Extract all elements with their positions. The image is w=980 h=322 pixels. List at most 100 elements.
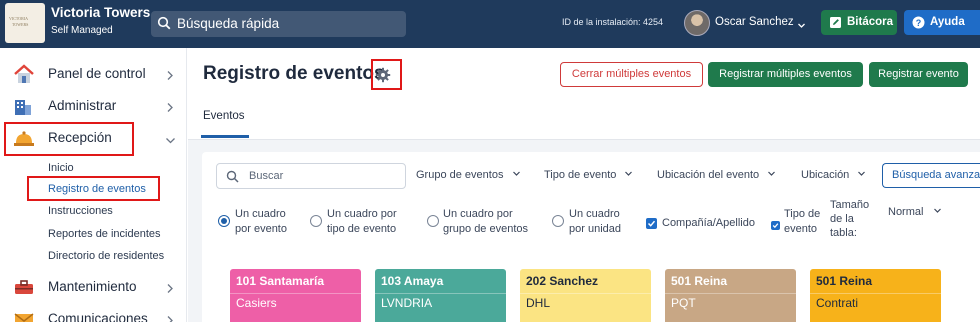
- event-card[interactable]: 202 Sanchez DHL: [520, 269, 651, 322]
- sidebar-item-recepcion[interactable]: Recepción: [0, 124, 187, 152]
- main-content: Registro de eventos Cerrar múltiples eve…: [188, 48, 980, 322]
- quick-search-input[interactable]: Búsqueda rápida: [151, 11, 406, 37]
- top-bar: VICTORIA TOWERS Victoria Towers Self Man…: [0, 0, 980, 48]
- view-one-per-group-radio[interactable]: [427, 215, 439, 227]
- dropdown-label: Grupo de eventos: [416, 169, 504, 181]
- building-icon: [13, 96, 33, 116]
- card-subtitle: DHL: [526, 296, 551, 310]
- event-card[interactable]: 103 Amaya LVNDRIA: [375, 269, 506, 322]
- company-surname-label: Compañía/Apellido: [662, 217, 755, 229]
- quick-search-placeholder: Búsqueda rápida: [177, 16, 280, 31]
- card-separator: [230, 293, 361, 294]
- tab-eventos[interactable]: Eventos: [203, 110, 245, 122]
- chevron-down-icon: [933, 208, 941, 213]
- checkmark-icon: [772, 223, 779, 229]
- bitacora-button[interactable]: Bitácora: [821, 10, 897, 35]
- installation-id: ID de la instalación: 4254: [562, 17, 664, 27]
- chevron-right-icon: [165, 313, 174, 322]
- event-card[interactable]: 101 Santamaría Casiers: [230, 269, 361, 322]
- page-title: Registro de eventos: [203, 63, 385, 84]
- checkmark-icon: [647, 220, 656, 227]
- table-size-label: Tamaño de la tabla:: [830, 198, 869, 240]
- event-location-dropdown[interactable]: Ubicación del evento: [657, 169, 776, 181]
- sidebar-item-label: Comunicaciones: [48, 311, 148, 322]
- chevron-right-icon: [165, 281, 174, 299]
- chevron-right-icon: [165, 68, 174, 86]
- user-name[interactable]: Oscar Sanchez: [715, 16, 794, 28]
- sidebar-subitem-inicio[interactable]: Inicio: [48, 162, 74, 174]
- sidebar-item-mantenimiento[interactable]: Mantenimiento: [0, 273, 187, 301]
- card-separator: [810, 293, 941, 294]
- event-group-dropdown[interactable]: Grupo de eventos: [416, 169, 521, 181]
- gear-icon[interactable]: [375, 67, 391, 88]
- card-title: 101 Santamaría: [236, 274, 325, 288]
- app-subtitle: Self Managed: [51, 25, 113, 36]
- option-line: Un cuadro por: [443, 208, 513, 220]
- sidebar-item-label: Recepción: [48, 130, 112, 145]
- option-line: Un cuadro: [569, 208, 620, 220]
- envelope-icon: [13, 309, 34, 322]
- card-subtitle: PQT: [671, 296, 696, 310]
- sidebar-item-label: Mantenimiento: [48, 279, 137, 294]
- view-one-per-group-label: Un cuadro por grupo de eventos: [443, 207, 528, 237]
- app-logo[interactable]: VICTORIA TOWERS: [5, 3, 45, 43]
- option-line: Un cuadro por: [327, 208, 397, 220]
- chevron-down-icon[interactable]: [797, 17, 806, 35]
- dropdown-label: Ubicación del evento: [657, 169, 760, 181]
- sidebar-item-administrar[interactable]: Administrar: [0, 92, 187, 120]
- sidebar-item-comunicaciones[interactable]: Comunicaciones: [0, 305, 187, 322]
- option-line: tabla:: [830, 227, 857, 239]
- search-placeholder: Buscar: [249, 170, 284, 182]
- location-dropdown[interactable]: Ubicación: [801, 169, 866, 181]
- view-one-per-unit-radio[interactable]: [552, 215, 564, 227]
- card-title: 501 Reina: [816, 274, 873, 288]
- event-type-dropdown[interactable]: Tipo de evento: [544, 169, 633, 181]
- card-subtitle: Casiers: [236, 296, 277, 310]
- sidebar-subitem-instrucciones[interactable]: Instrucciones: [48, 205, 113, 217]
- card-title: 202 Sanchez: [526, 274, 599, 288]
- event-type-check-label: Tipo de evento: [784, 207, 820, 237]
- home-icon: [13, 64, 34, 84]
- toolbox-icon: [13, 277, 33, 297]
- card-separator: [520, 293, 651, 294]
- card-title: 103 Amaya: [381, 274, 444, 288]
- reception-bell-icon: [13, 128, 34, 148]
- register-event-button[interactable]: Registrar evento: [869, 62, 968, 87]
- chevron-down-icon: [165, 132, 176, 150]
- card-separator: [665, 293, 796, 294]
- chevron-down-icon: [625, 171, 633, 176]
- view-one-per-event-radio[interactable]: [218, 215, 230, 227]
- company-surname-checkbox[interactable]: [646, 218, 657, 229]
- sidebar-subitem-directorio-de-residentes[interactable]: Directorio de residentes: [48, 250, 164, 262]
- option-line: evento: [784, 223, 818, 235]
- sidebar-subitem-reportes-de-incidentes[interactable]: Reportes de incidentes: [48, 228, 161, 240]
- sidebar-subitem-registro-de-eventos[interactable]: Registro de eventos: [48, 183, 146, 195]
- advanced-search-button[interactable]: Búsqueda avanzada: [882, 163, 980, 188]
- sidebar-item-panel-de-control[interactable]: Panel de control: [0, 60, 187, 88]
- chevron-down-icon: [512, 171, 520, 176]
- events-panel: Buscar Grupo de eventos Tipo de evento U…: [202, 152, 980, 322]
- search-input[interactable]: Buscar: [216, 163, 406, 189]
- option-line: por unidad: [569, 223, 621, 235]
- sidebar-item-label: Administrar: [48, 98, 117, 113]
- dropdown-value: Normal: [888, 206, 924, 218]
- table-size-dropdown[interactable]: Normal: [888, 206, 942, 218]
- event-card[interactable]: 501 Reina PQT: [665, 269, 796, 322]
- app-title: Victoria Towers: [51, 5, 151, 20]
- card-subtitle: LVNDRIA: [381, 296, 433, 310]
- option-line: por evento: [235, 223, 287, 235]
- view-one-per-type-radio[interactable]: [310, 215, 322, 227]
- close-multiple-events-button[interactable]: Cerrar múltiples eventos: [560, 62, 703, 87]
- register-multiple-events-button[interactable]: Registrar múltiples eventos: [708, 62, 863, 87]
- card-subtitle: Contrati: [816, 296, 859, 310]
- event-type-checkbox[interactable]: [771, 221, 780, 230]
- help-button[interactable]: ? Ayuda: [904, 10, 980, 35]
- card-title: 501 Reina: [671, 274, 728, 288]
- card-separator: [375, 293, 506, 294]
- edit-icon: [829, 16, 842, 32]
- logo-line-2: TOWERS: [12, 22, 29, 27]
- help-label: Ayuda: [930, 16, 965, 28]
- bitacora-label: Bitácora: [847, 16, 894, 28]
- avatar[interactable]: [684, 10, 710, 36]
- event-card[interactable]: 501 Reina Contrati: [810, 269, 941, 322]
